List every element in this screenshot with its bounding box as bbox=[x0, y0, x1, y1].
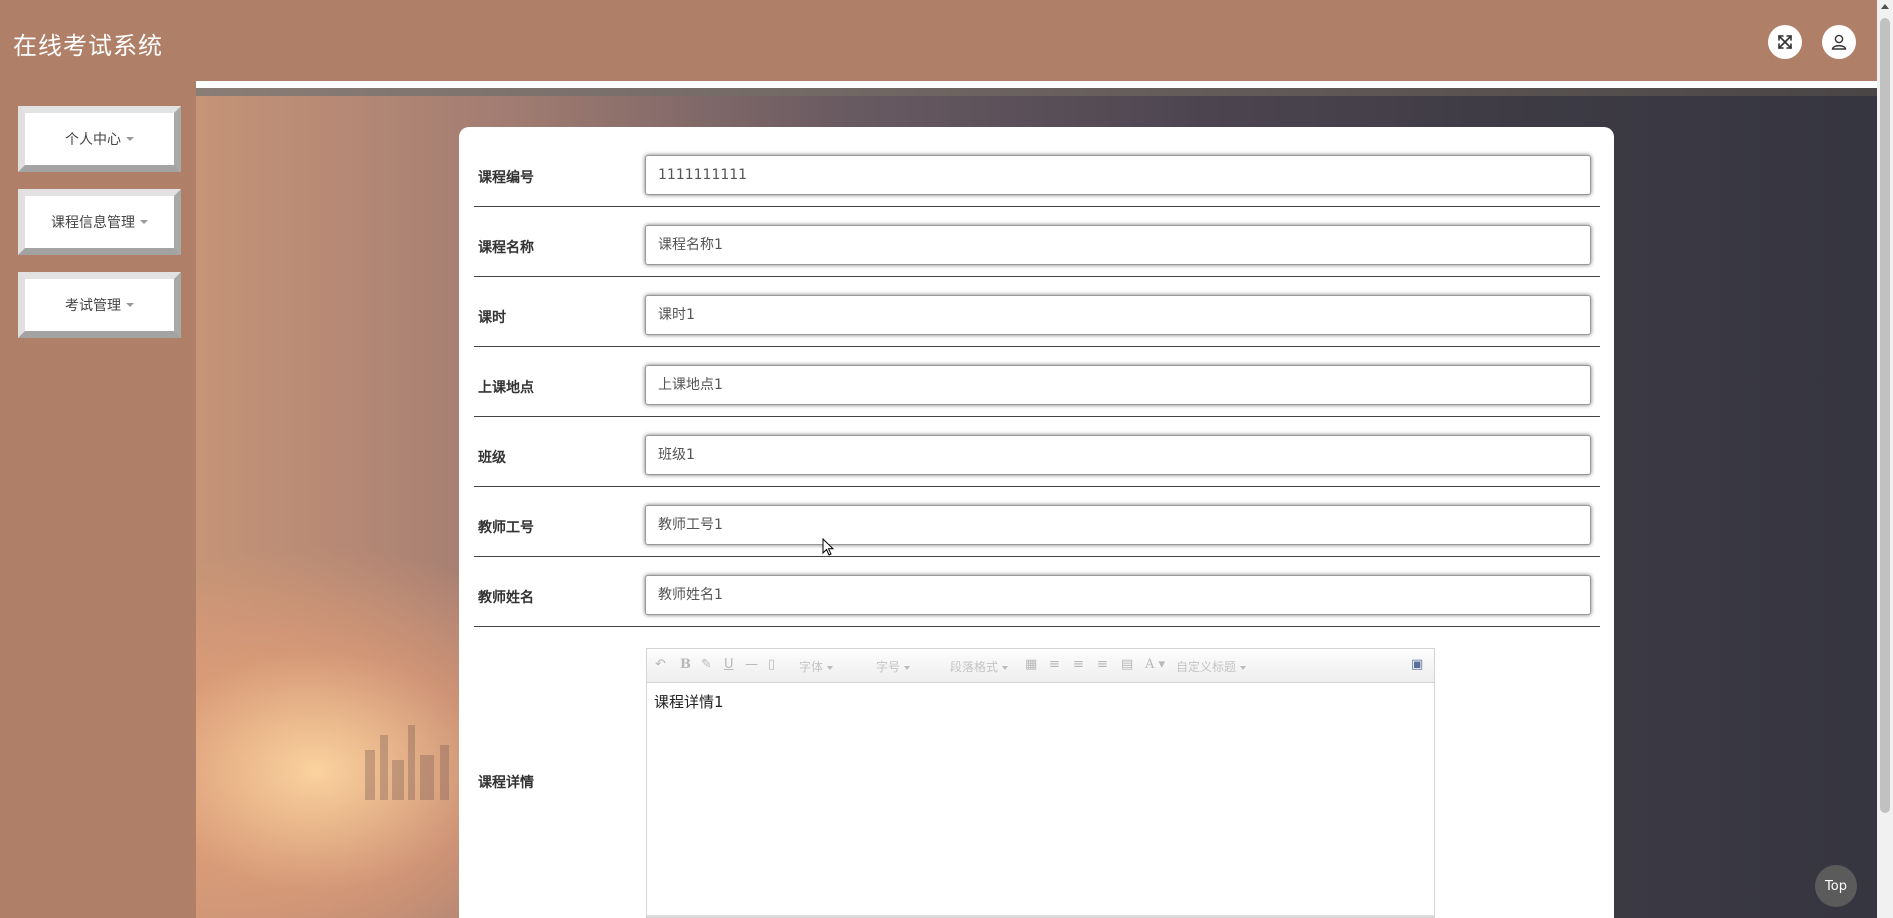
field-label: 课程名称 bbox=[478, 240, 534, 256]
form-row-location: 上课地点 上课地点1 bbox=[474, 347, 1600, 417]
hours-input[interactable]: 课时1 bbox=[645, 295, 1591, 335]
class-input[interactable]: 班级1 bbox=[645, 435, 1591, 475]
table-icon[interactable]: ▦ bbox=[1025, 657, 1037, 672]
main-top-divider bbox=[196, 81, 1877, 88]
sidebar-item-personal-center[interactable]: 个人中心 bbox=[18, 106, 181, 172]
user-button[interactable] bbox=[1822, 25, 1856, 59]
editor-toolbar: ↶ B ✎ U — ▯ 字体 字号 段落格式 ▦ ≡ ≡ ≡ ▤ A ▾ 自定义… bbox=[647, 649, 1434, 683]
field-label: 上课地点 bbox=[478, 380, 534, 396]
expand-arrows-icon bbox=[1778, 35, 1792, 49]
location-input[interactable]: 上课地点1 bbox=[645, 365, 1591, 405]
underline-icon[interactable]: U bbox=[724, 657, 734, 672]
field-label: 课程详情 bbox=[478, 775, 534, 791]
form-row-teacher-name: 教师姓名 教师姓名1 bbox=[474, 557, 1600, 627]
paragraph-format-select[interactable]: 段落格式 bbox=[950, 658, 1009, 675]
field-label: 教师姓名 bbox=[478, 590, 534, 606]
caret-down-icon bbox=[904, 665, 911, 670]
caret-down-icon bbox=[827, 665, 834, 670]
align-center-icon[interactable]: ≡ bbox=[1097, 657, 1108, 672]
scrollbar-thumb[interactable] bbox=[1880, 18, 1890, 813]
editor-content[interactable]: 课程详情1 bbox=[647, 683, 1434, 720]
source-code-icon[interactable]: ▣ bbox=[1411, 657, 1423, 672]
align-right-icon[interactable]: ≡ bbox=[1073, 657, 1084, 672]
caret-down-icon bbox=[126, 303, 134, 307]
course-number-input[interactable]: 1111111111 bbox=[645, 155, 1591, 195]
scroll-up-arrow-icon[interactable] bbox=[1881, 4, 1889, 9]
sidebar-item-label: 考试管理 bbox=[65, 298, 121, 314]
font-family-select[interactable]: 字体 bbox=[799, 658, 834, 675]
format-painter-icon[interactable]: ✎ bbox=[701, 657, 712, 672]
course-name-input[interactable]: 课程名称1 bbox=[645, 225, 1591, 265]
form-row-class: 班级 班级1 bbox=[474, 417, 1600, 487]
font-size-select[interactable]: 字号 bbox=[876, 658, 911, 675]
caret-down-icon bbox=[1002, 665, 1009, 670]
align-justify-icon[interactable]: ▤ bbox=[1121, 657, 1133, 672]
form-row-teacher-id: 教师工号 教师工号1 bbox=[474, 487, 1600, 557]
editor-bottom-border bbox=[647, 915, 1434, 917]
teacher-name-input[interactable]: 教师姓名1 bbox=[645, 575, 1591, 615]
page-scrollbar[interactable] bbox=[1877, 0, 1893, 918]
horizontal-rule-icon[interactable]: — bbox=[745, 657, 758, 672]
back-to-top-button[interactable]: Top bbox=[1815, 865, 1857, 907]
custom-title-select[interactable]: 自定义标题 bbox=[1176, 658, 1247, 675]
sidebar-item-course-info[interactable]: 课程信息管理 bbox=[18, 189, 181, 255]
top-header: 在线考试系统 bbox=[0, 0, 1877, 81]
sidebar-item-exam-management[interactable]: 考试管理 bbox=[18, 272, 181, 338]
field-label: 班级 bbox=[478, 450, 506, 466]
fullscreen-button[interactable] bbox=[1768, 25, 1802, 59]
bold-icon[interactable]: B bbox=[680, 657, 691, 672]
align-left-icon[interactable]: ≡ bbox=[1049, 657, 1060, 672]
form-row-course-name: 课程名称 课程名称1 bbox=[474, 207, 1600, 277]
font-color-icon[interactable]: A ▾ bbox=[1145, 657, 1165, 672]
field-label: 课程编号 bbox=[478, 170, 534, 186]
sidebar-item-label: 课程信息管理 bbox=[51, 215, 135, 231]
form-row-course-number: 课程编号 1111111111 bbox=[474, 127, 1600, 207]
mouse-cursor-icon bbox=[822, 538, 835, 556]
sidebar: 个人中心 课程信息管理 考试管理 bbox=[0, 81, 196, 918]
font-color-label: A bbox=[1145, 657, 1155, 672]
field-label: 课时 bbox=[478, 310, 506, 326]
caret-down-icon bbox=[1240, 665, 1247, 670]
teacher-id-input[interactable]: 教师工号1 bbox=[645, 505, 1591, 545]
field-label: 教师工号 bbox=[478, 520, 534, 536]
font-size-label: 字号 bbox=[876, 660, 901, 674]
custom-title-label: 自定义标题 bbox=[1176, 660, 1237, 674]
app-title: 在线考试系统 bbox=[13, 32, 163, 60]
caret-down-icon bbox=[140, 220, 148, 224]
rich-text-editor[interactable]: ↶ B ✎ U — ▯ 字体 字号 段落格式 ▦ ≡ ≡ ≡ ▤ A ▾ 自定义… bbox=[646, 648, 1435, 918]
form-row-hours: 课时 课时1 bbox=[474, 277, 1600, 347]
paragraph-format-label: 段落格式 bbox=[950, 660, 999, 674]
font-family-label: 字体 bbox=[799, 660, 824, 674]
user-icon bbox=[1831, 34, 1847, 50]
main-banner-strip bbox=[196, 88, 1877, 96]
sidebar-item-label: 个人中心 bbox=[65, 132, 121, 148]
course-detail-form: 课程编号 1111111111 课程名称 课程名称1 课时 课时1 上课地点 上… bbox=[459, 127, 1614, 918]
caret-down-icon bbox=[126, 137, 134, 141]
undo-icon[interactable]: ↶ bbox=[655, 657, 666, 672]
paste-icon[interactable]: ▯ bbox=[768, 657, 775, 672]
